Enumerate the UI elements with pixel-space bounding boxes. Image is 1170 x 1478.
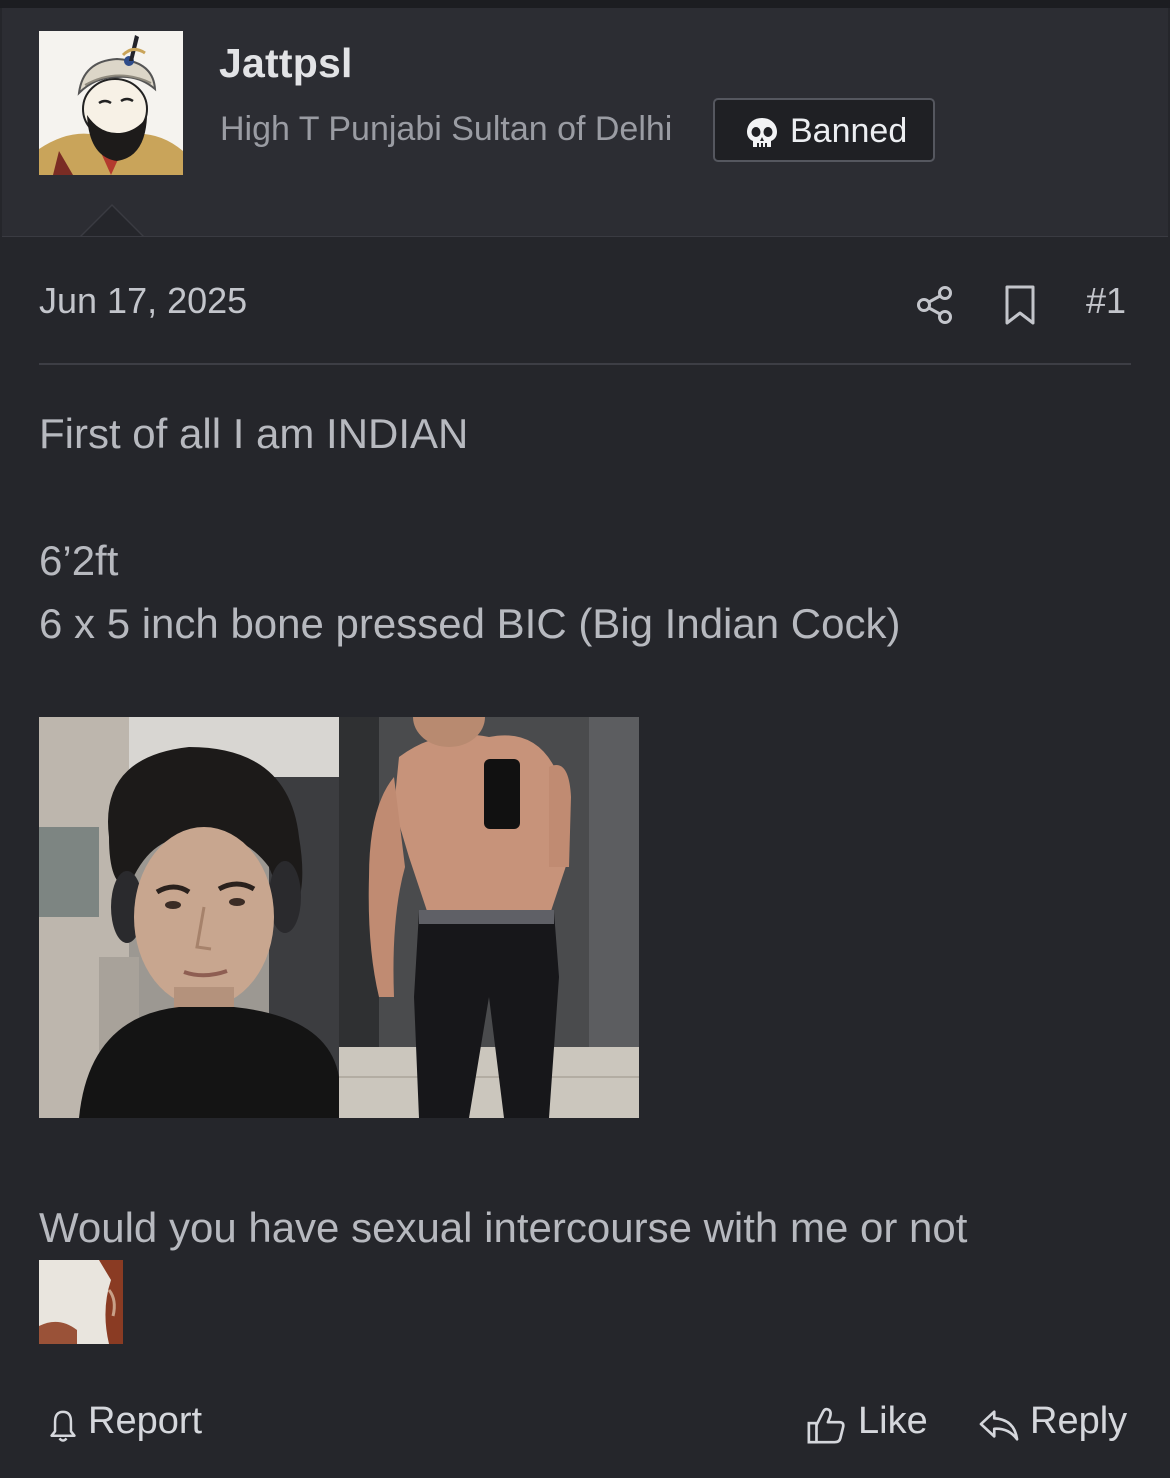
report-button[interactable]: Report xyxy=(48,1400,218,1450)
user-info-block: Jattpsl High T Punjabi Sultan of Delhi B… xyxy=(2,8,1168,237)
body-line: 6 x 5 inch bone pressed BIC (Big Indian … xyxy=(39,600,901,647)
body-line: Would you have sexual intercourse with m… xyxy=(39,1204,968,1251)
skull-icon xyxy=(747,118,777,147)
like-label: Like xyxy=(858,1400,928,1442)
body-line: 6’2ft xyxy=(39,537,119,584)
top-edge xyxy=(0,0,1170,8)
mirror-selfie-image xyxy=(339,717,639,1118)
report-label: Report xyxy=(88,1400,203,1442)
avatar[interactable] xyxy=(39,31,183,175)
bookmark-icon[interactable] xyxy=(1002,284,1038,326)
body-line: First of all I am INDIAN xyxy=(39,410,469,457)
banned-badge: Banned xyxy=(713,98,935,162)
post-number-link[interactable]: #1 xyxy=(1086,280,1126,322)
selfie-face-photo[interactable] xyxy=(39,717,339,1118)
reply-arrow-icon xyxy=(979,1410,1019,1441)
avatar-illustration xyxy=(39,31,183,175)
forum-post: Jattpsl High T Punjabi Sultan of Delhi B… xyxy=(0,8,1170,1478)
like-button[interactable]: Like xyxy=(806,1400,936,1450)
thumbnail-graphic xyxy=(39,1260,123,1344)
author-arrow-inner xyxy=(82,206,142,236)
share-icon[interactable] xyxy=(914,284,956,326)
selfie-face-image xyxy=(39,717,339,1118)
small-thumbnail-image[interactable] xyxy=(39,1260,123,1344)
header-divider xyxy=(39,363,1131,365)
reply-label: Reply xyxy=(1030,1400,1128,1442)
user-title: High T Punjabi Sultan of Delhi xyxy=(220,110,673,148)
bell-icon xyxy=(50,1410,76,1442)
thumbs-up-icon xyxy=(807,1407,845,1444)
banned-label: Banned xyxy=(790,112,908,150)
reply-button[interactable]: Reply xyxy=(978,1400,1130,1450)
post-date[interactable]: Jun 17, 2025 xyxy=(39,280,247,322)
username-link[interactable]: Jattpsl xyxy=(219,40,353,87)
gym-mirror-selfie-photo[interactable] xyxy=(339,717,639,1118)
